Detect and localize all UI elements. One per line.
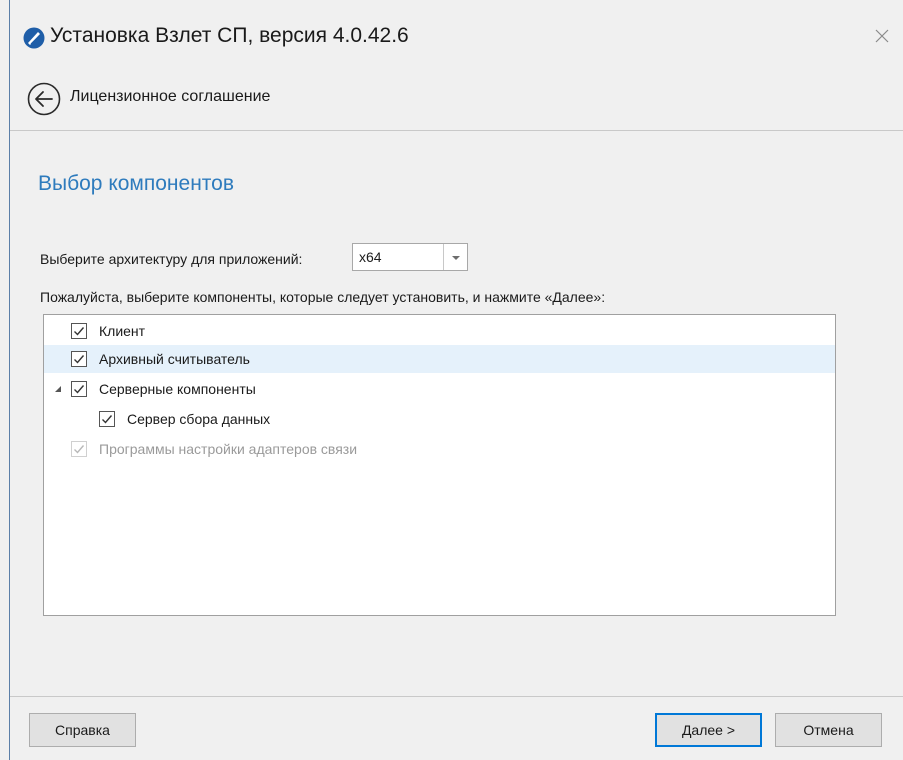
tree-item-server-components[interactable]: Серверные компоненты <box>44 375 835 403</box>
tree-item-label: Архивный считыватель <box>99 351 250 367</box>
help-button[interactable]: Справка <box>29 713 136 747</box>
page-title: Выбор компонентов <box>38 172 235 195</box>
architecture-select[interactable]: x64 <box>352 243 468 271</box>
window-title: Установка Взлет СП, версия 4.0.42.6 <box>50 24 409 47</box>
checkbox-checked-icon[interactable] <box>71 381 87 397</box>
architecture-label: Выберите архитектуру для приложений: <box>40 251 303 267</box>
close-icon[interactable] <box>870 24 894 48</box>
navigation-bar: Лицензионное соглашение <box>10 70 903 130</box>
checkbox-disabled-icon <box>71 441 87 457</box>
tree-item-adapter-config: Программы настройки адаптеров связи <box>44 435 835 463</box>
checkbox-checked-icon[interactable] <box>71 323 87 339</box>
architecture-value: x64 <box>359 249 382 265</box>
dropdown-separator <box>443 244 444 270</box>
tree-item-data-server[interactable]: Сервер сбора данных <box>44 405 835 433</box>
components-tree[interactable]: Клиент Архивный считыватель Серверные ко… <box>43 314 836 616</box>
expanded-triangle-icon[interactable] <box>54 385 62 393</box>
next-button[interactable]: Далее > <box>655 713 762 747</box>
title-bar: Установка Взлет СП, версия 4.0.42.6 <box>10 0 903 70</box>
tree-item-label: Сервер сбора данных <box>127 411 271 427</box>
header-divider <box>10 130 903 131</box>
app-logo-icon <box>23 27 45 49</box>
installer-window: Установка Взлет СП, версия 4.0.42.6 Лице… <box>9 0 903 760</box>
tree-item-label: Программы настройки адаптеров связи <box>99 441 358 457</box>
components-instruction: Пожалуйста, выберите компоненты, которые… <box>40 289 606 305</box>
chevron-down-icon[interactable] <box>451 254 461 262</box>
tree-item-label: Клиент <box>99 323 146 339</box>
tree-item-client[interactable]: Клиент <box>44 317 835 345</box>
back-nav-label[interactable]: Лицензионное соглашение <box>70 88 270 106</box>
back-arrow-icon[interactable] <box>26 81 62 117</box>
tree-item-label: Серверные компоненты <box>99 381 256 397</box>
checkbox-checked-icon[interactable] <box>99 411 115 427</box>
tree-item-archive-reader[interactable]: Архивный считыватель <box>44 345 835 373</box>
checkbox-checked-icon[interactable] <box>71 351 87 367</box>
cancel-button[interactable]: Отмена <box>775 713 882 747</box>
footer-divider <box>10 696 903 697</box>
